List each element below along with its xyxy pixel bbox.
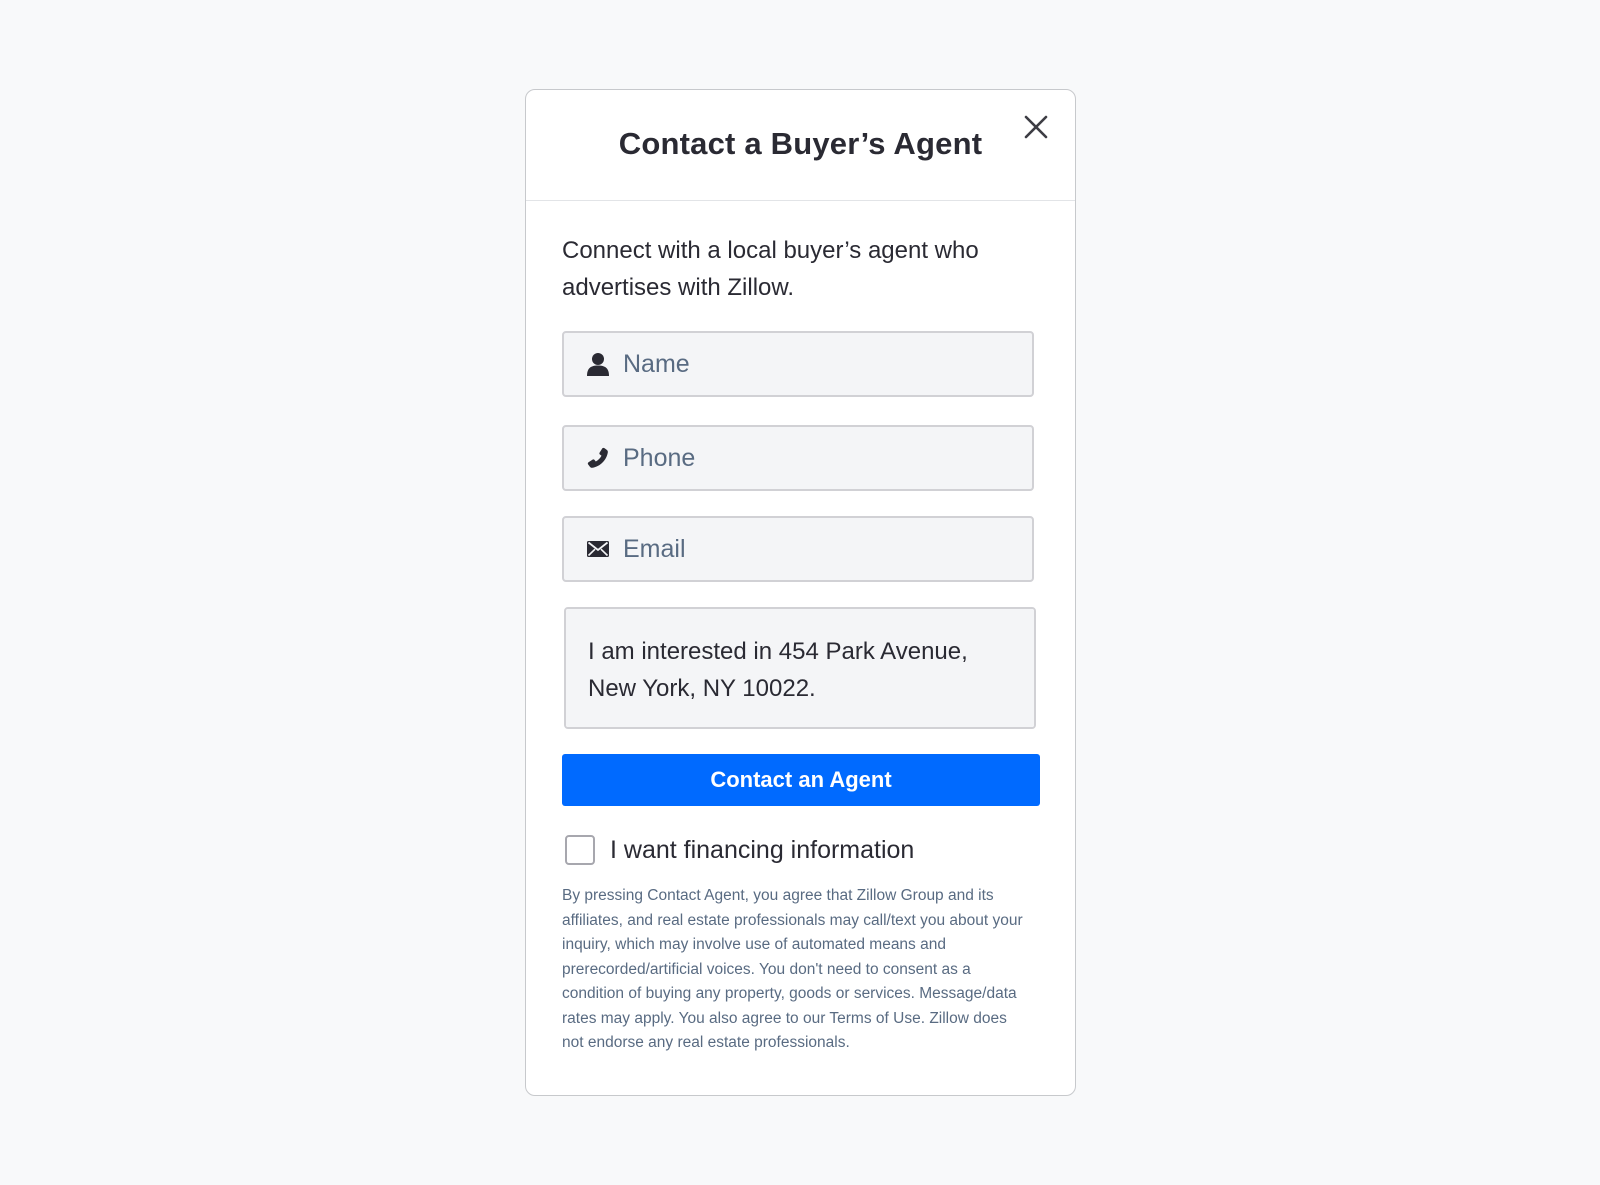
financing-checkbox[interactable]: [565, 835, 595, 865]
email-field[interactable]: [562, 516, 1034, 582]
financing-option: I want financing information: [562, 834, 1039, 866]
phone-field[interactable]: [562, 425, 1034, 491]
email-input[interactable]: [623, 518, 1032, 580]
contact-agent-modal: Contact a Buyer’s Agent Connect with a l…: [525, 89, 1076, 1096]
close-button[interactable]: [1019, 110, 1053, 144]
modal-title: Contact a Buyer’s Agent: [618, 126, 983, 161]
name-input[interactable]: [623, 333, 1032, 395]
legal-disclaimer: By pressing Contact Agent, you agree tha…: [562, 887, 1023, 1051]
modal-header: Contact a Buyer’s Agent: [526, 90, 1075, 201]
person-icon: [586, 352, 610, 376]
intro-text: Connect with a local buyer’s agent who a…: [562, 237, 979, 301]
phone-input[interactable]: [623, 427, 1032, 489]
financing-label[interactable]: I want financing information: [610, 836, 914, 865]
modal-body: Connect with a local buyer’s agent who a…: [526, 232, 1075, 1056]
name-field[interactable]: [562, 331, 1034, 397]
phone-icon: [586, 446, 610, 470]
close-icon: [1024, 115, 1048, 139]
envelope-icon: [586, 537, 610, 561]
message-textarea[interactable]: I am interested in 454 Park Avenue, New …: [564, 607, 1036, 729]
contact-agent-button[interactable]: Contact an Agent: [562, 754, 1040, 806]
